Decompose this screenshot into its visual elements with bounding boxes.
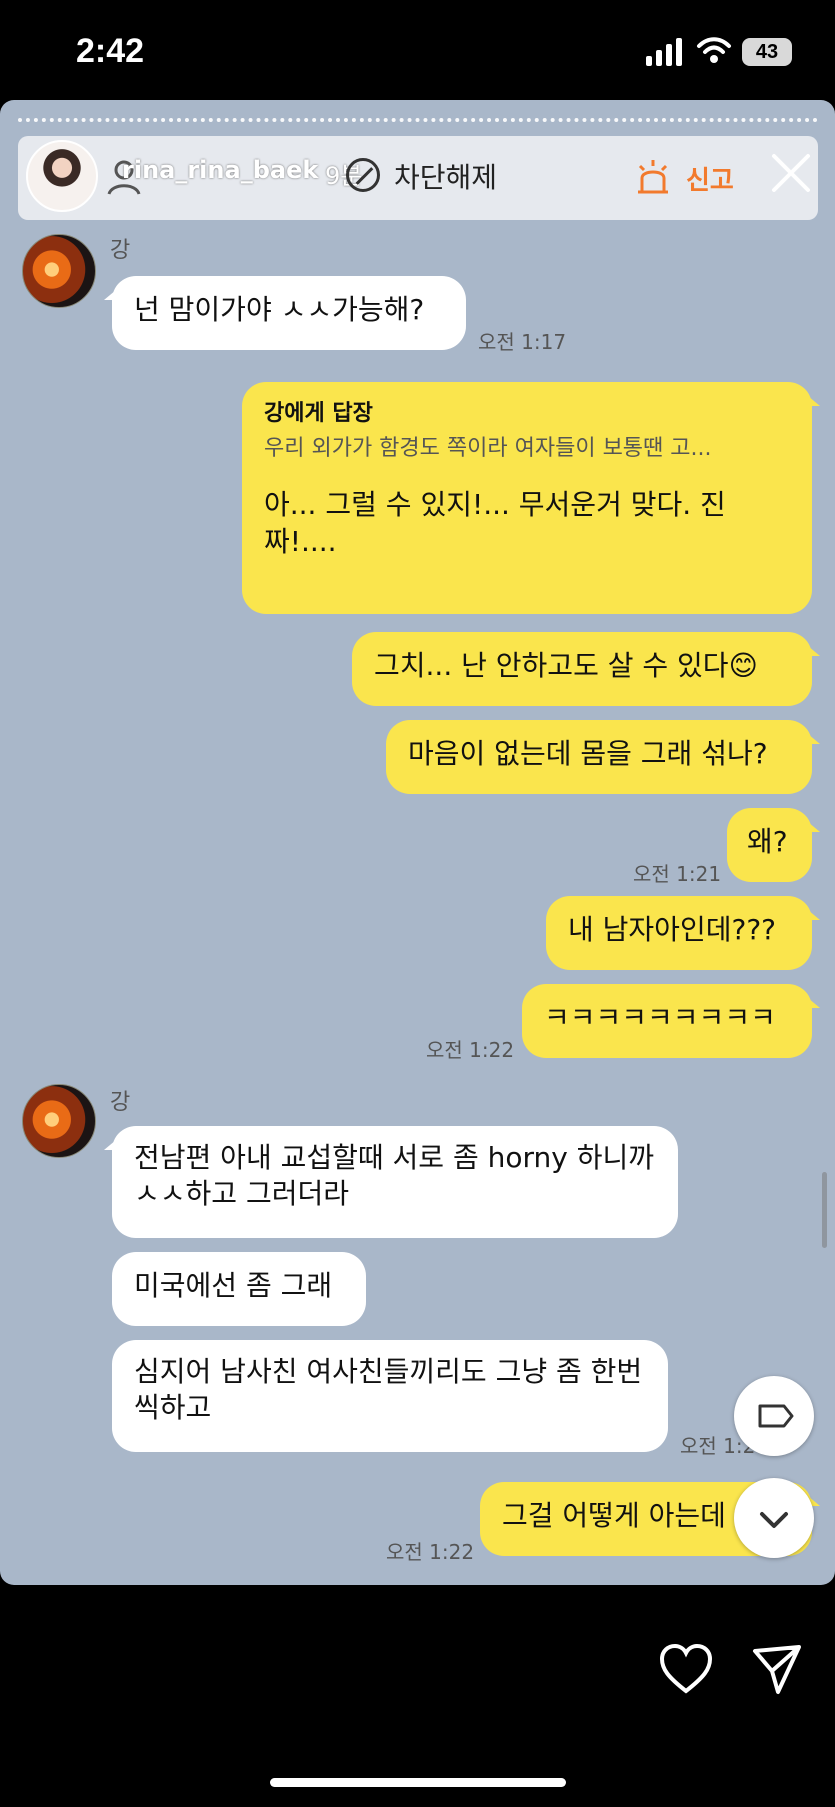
chevron-down-icon [760, 1512, 788, 1528]
story-author-avatar[interactable] [26, 140, 98, 212]
story-username[interactable]: rina_rina_baek [122, 156, 318, 184]
message-bubble-in[interactable]: 넌 맘이가야 ㅅㅅ가능해? [104, 276, 466, 350]
message-bubble-out[interactable]: 그치... 난 안하고도 살 수 있다😊 [352, 632, 820, 706]
scrollbar-thumb[interactable] [822, 1172, 827, 1248]
status-bar: 2:42 43 [0, 0, 835, 100]
scroll-down-button[interactable] [734, 1478, 814, 1558]
message-time: 오전 1:21 [633, 862, 722, 886]
reply-title: 강에게 답장 [264, 401, 373, 426]
message-bubble-in[interactable]: 심지어 남사친 여사친들끼리도 그냥 좀 한번씩하고 [112, 1340, 668, 1452]
message-text: ㅋㅋㅋㅋㅋㅋㅋㅋㅋ [544, 1001, 776, 1034]
unblock-icon [346, 158, 380, 192]
message-text: 전남편 아내 교섭할때 서로 좀 horny 하니까 ㅅㅅ하고 그러더라 [134, 1141, 655, 1211]
close-icon[interactable] [770, 152, 812, 194]
sender-name: 강 [110, 238, 131, 263]
send-icon[interactable] [750, 1643, 804, 1697]
siren-icon [638, 160, 668, 194]
message-text: 그치... 난 안하고도 살 수 있다😊 [374, 649, 758, 682]
battery-indicator: 43 [742, 38, 792, 66]
sender-avatar[interactable] [22, 234, 96, 308]
status-time: 2:42 [76, 32, 145, 70]
message-text: 그걸 어떻게 아는데 [502, 1499, 726, 1532]
message-bubble-out[interactable]: 내 남자아인데??? [546, 896, 820, 970]
message-text: 심지어 남사친 여사친들끼리도 그냥 좀 한번씩하고 [134, 1355, 643, 1425]
story-actions [0, 1585, 835, 1807]
tag-icon [758, 1404, 794, 1428]
message-text: 마음이 없는데 몸을 그래 섞나? [408, 737, 768, 770]
message-bubble-out[interactable]: 왜? [727, 808, 820, 882]
story-progress-bar [18, 118, 818, 126]
message-bubble-in[interactable]: 전남편 아내 교섭할때 서로 좀 horny 하니까 ㅅㅅ하고 그러더라 [104, 1126, 678, 1238]
message-time: 오전 1:22 [386, 1540, 475, 1564]
message-bubble-out[interactable]: ㅋㅋㅋㅋㅋㅋㅋㅋㅋ [522, 984, 820, 1058]
sender-avatar[interactable] [22, 1084, 96, 1158]
tag-button[interactable] [734, 1376, 814, 1456]
message-bubble-out[interactable]: 마음이 없는데 몸을 그래 섞나? [386, 720, 820, 794]
wifi-icon [697, 37, 731, 63]
message-text: 미국에선 좀 그래 [134, 1269, 333, 1302]
sender-name: 강 [110, 1090, 131, 1115]
message-text: 넌 맘이가야 ㅅㅅ가능해? [134, 293, 425, 326]
reply-bubble-out[interactable]: 강에게 답장 우리 외가가 함경도 쪽이라 여자들이 보통땐 고... 아...… [242, 382, 820, 614]
message-time: 오전 1:17 [478, 330, 567, 354]
message-text: 아... 그럴 수 있지!... 무서운거 맞다. 진짜!.... [264, 488, 726, 558]
unblock-button[interactable]: 차단해제 [394, 156, 497, 196]
story-content: rina_rina_baek 9분 차단해제 신고 강 넌 맘이가야 ㅅㅅ가능해… [0, 100, 835, 1585]
report-button[interactable]: 신고 [686, 160, 734, 197]
message-time: 오전 1:22 [426, 1038, 515, 1062]
home-indicator [270, 1778, 566, 1787]
cellular-signal-icon [646, 38, 682, 66]
reply-preview: 우리 외가가 함경도 쪽이라 여자들이 보통땐 고... [264, 435, 712, 461]
heart-icon[interactable] [658, 1643, 714, 1695]
message-bubble-in[interactable]: 미국에선 좀 그래 [112, 1252, 366, 1326]
message-text: 내 남자아인데??? [568, 913, 777, 946]
message-text: 왜? [747, 825, 788, 858]
